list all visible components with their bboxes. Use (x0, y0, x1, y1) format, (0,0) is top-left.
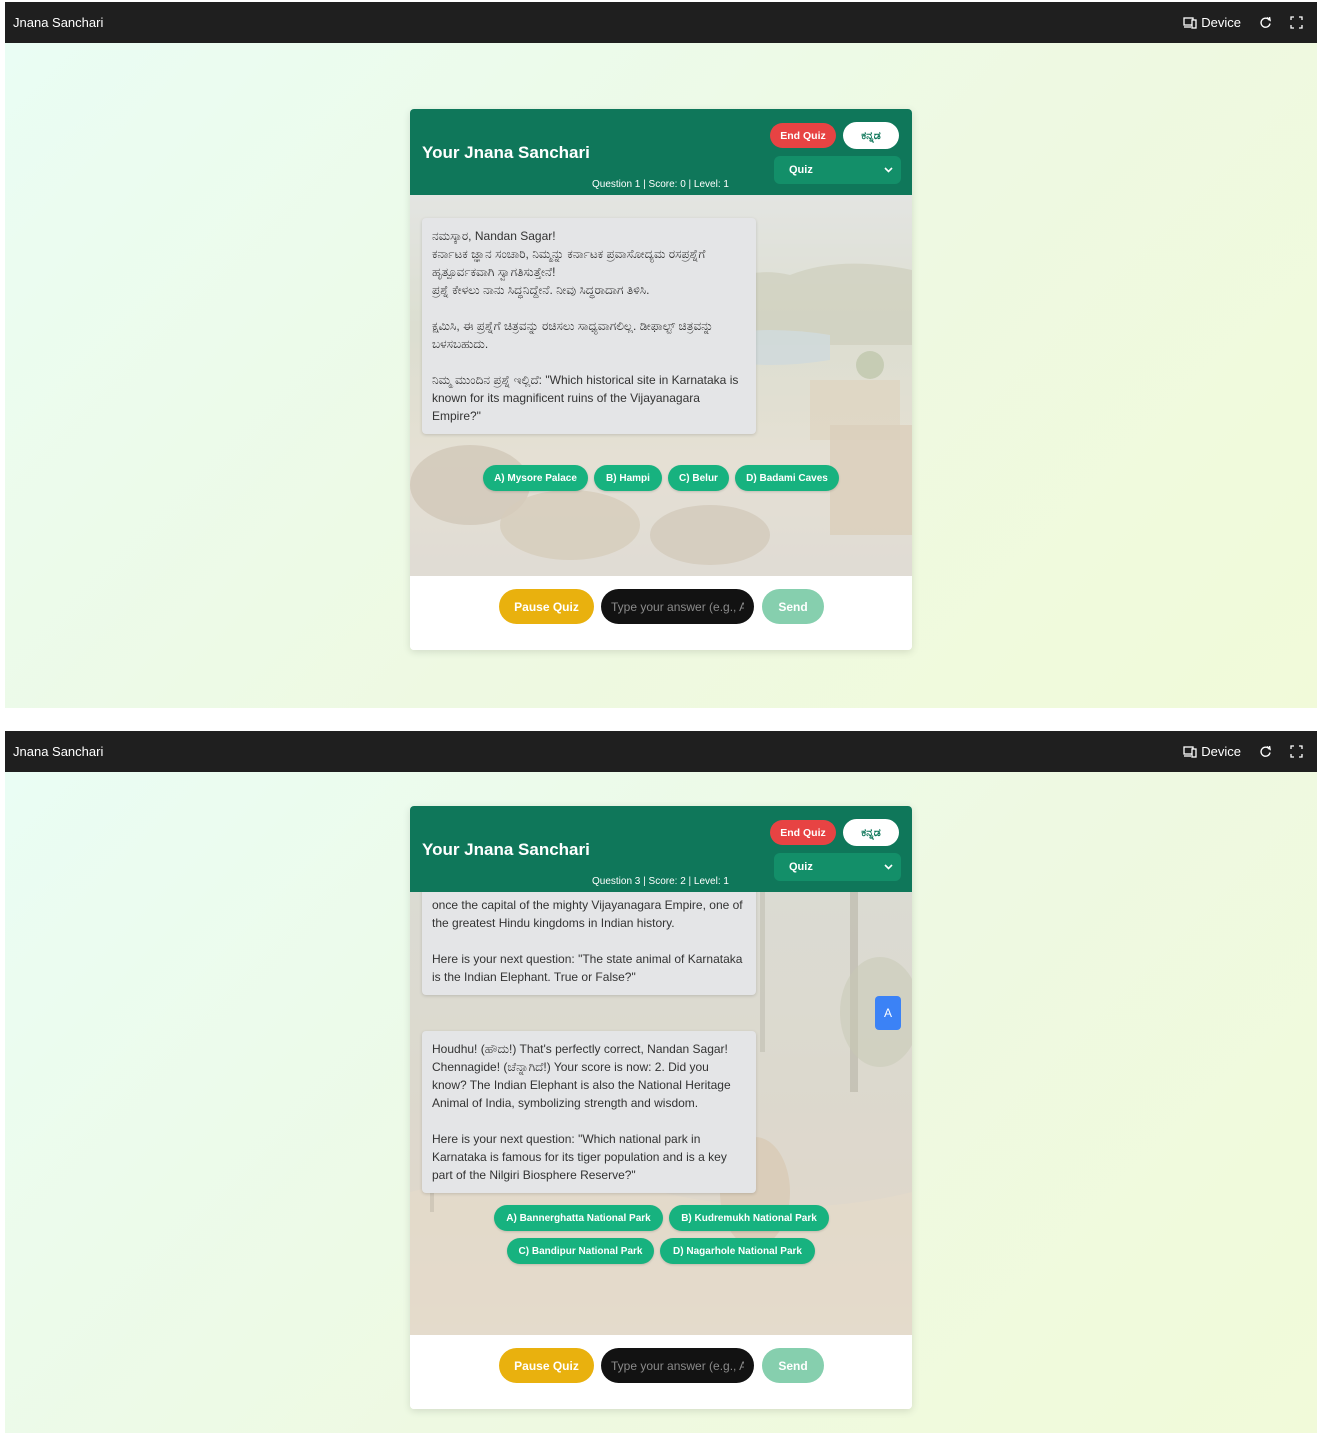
answer-input[interactable] (601, 1348, 754, 1383)
quiz-status: Question 1 | Score: 0 | Level: 1 (592, 179, 729, 190)
device-button[interactable]: Device (1183, 744, 1241, 759)
app-title: Jnana Sanchari (13, 15, 104, 30)
quiz-header: Your Jnana Sanchari Question 1 | Score: … (410, 109, 912, 195)
fullscreen-icon[interactable] (1290, 745, 1303, 758)
quiz-card: Your Jnana Sanchari Question 1 | Score: … (410, 109, 912, 650)
screen-1: Jnana Sanchari Device Your Jnana Sanchar… (5, 2, 1317, 708)
screen-2: Jnana Sanchari Device Your Jnana Sanchar… (5, 731, 1317, 1433)
app-stage: Your Jnana Sanchari Question 3 | Score: … (5, 772, 1317, 1433)
device-button[interactable]: Device (1183, 15, 1241, 30)
app-stage: Your Jnana Sanchari Question 1 | Score: … (5, 43, 1317, 708)
message-paragraph: Here is your next question: "The state a… (432, 952, 743, 984)
device-icon (1183, 16, 1197, 29)
bot-message: ನಮಸ್ಕಾರ, Nandan Sagar! ಕರ್ನಾಟಕ ಜ್ಞಾನ ಸಂಚ… (422, 218, 756, 434)
quiz-status: Question 3 | Score: 2 | Level: 1 (592, 876, 729, 887)
mode-select-value: Quiz (789, 861, 813, 873)
mode-select[interactable]: Quiz (774, 853, 901, 881)
end-quiz-button[interactable]: End Quiz (770, 123, 836, 148)
bot-message: once the capital of the mighty Vijayanag… (422, 892, 756, 995)
quiz-title: Your Jnana Sanchari (422, 143, 590, 162)
chat-area[interactable]: once the capital of the mighty Vijayanag… (410, 892, 912, 1336)
fullscreen-icon[interactable] (1290, 16, 1303, 29)
top-bar: Jnana Sanchari Device (5, 2, 1317, 43)
option-a-button[interactable]: A) Bannerghatta National Park (494, 1205, 663, 1231)
answer-input[interactable] (601, 589, 754, 624)
quiz-footer: Pause Quiz Send (410, 1335, 912, 1409)
pause-quiz-button[interactable]: Pause Quiz (499, 589, 594, 624)
floating-a-button[interactable]: A (875, 996, 901, 1030)
message-paragraph: ನಿಮ್ಮ ಮುಂದಿನ ಪ್ರಶ್ನೆ ಇಲ್ಲಿದೆ: "Which his… (432, 373, 739, 423)
device-label: Device (1201, 744, 1241, 759)
mode-select[interactable]: Quiz (774, 156, 901, 184)
language-toggle-button[interactable]: ಕನ್ನಡ (843, 819, 899, 846)
option-d-button[interactable]: D) Nagarhole National Park (660, 1238, 815, 1264)
option-c-button[interactable]: C) Bandipur National Park (507, 1238, 654, 1264)
chevron-down-icon (884, 864, 893, 870)
top-bar: Jnana Sanchari Device (5, 731, 1317, 772)
quiz-card: Your Jnana Sanchari Question 3 | Score: … (410, 806, 912, 1409)
language-toggle-button[interactable]: ಕನ್ನಡ (843, 122, 899, 149)
option-b-button[interactable]: B) Kudremukh National Park (669, 1205, 829, 1231)
app-title: Jnana Sanchari (13, 744, 104, 759)
message-paragraph: ಕ್ಷಮಿಸಿ, ಈ ಪ್ರಶ್ನೆಗೆ ಚಿತ್ರವನ್ನು ರಚಿಸಲು ಸ… (432, 319, 714, 351)
option-c-button[interactable]: C) Belur (668, 465, 729, 491)
chevron-down-icon (884, 167, 893, 173)
message-paragraph: once the capital of the mighty Vijayanag… (432, 898, 743, 930)
quiz-title: Your Jnana Sanchari (422, 840, 590, 859)
bot-message: Houdhu! (ಹೌದು!) That's perfectly correct… (422, 1031, 756, 1193)
send-button[interactable]: Send (762, 589, 824, 624)
quiz-header: Your Jnana Sanchari Question 3 | Score: … (410, 806, 912, 892)
refresh-icon[interactable] (1259, 16, 1272, 29)
send-button[interactable]: Send (762, 1348, 824, 1383)
device-icon (1183, 745, 1197, 758)
option-a-button[interactable]: A) Mysore Palace (483, 465, 588, 491)
mode-select-value: Quiz (789, 164, 813, 176)
option-d-button[interactable]: D) Badami Caves (735, 465, 839, 491)
quiz-footer: Pause Quiz Send (410, 576, 912, 650)
option-b-button[interactable]: B) Hampi (594, 465, 662, 491)
device-label: Device (1201, 15, 1241, 30)
message-paragraph: ನಮಸ್ಕಾರ, Nandan Sagar! ಕರ್ನಾಟಕ ಜ್ಞಾನ ಸಂಚ… (432, 229, 706, 297)
message-paragraph: Here is your next question: "Which natio… (432, 1132, 727, 1182)
pause-quiz-button[interactable]: Pause Quiz (499, 1348, 594, 1383)
chat-area[interactable]: ನಮಸ್ಕಾರ, Nandan Sagar! ಕರ್ನಾಟಕ ಜ್ಞಾನ ಸಂಚ… (410, 195, 912, 576)
message-paragraph: Houdhu! (ಹೌದು!) That's perfectly correct… (432, 1042, 731, 1110)
end-quiz-button[interactable]: End Quiz (770, 820, 836, 845)
refresh-icon[interactable] (1259, 745, 1272, 758)
